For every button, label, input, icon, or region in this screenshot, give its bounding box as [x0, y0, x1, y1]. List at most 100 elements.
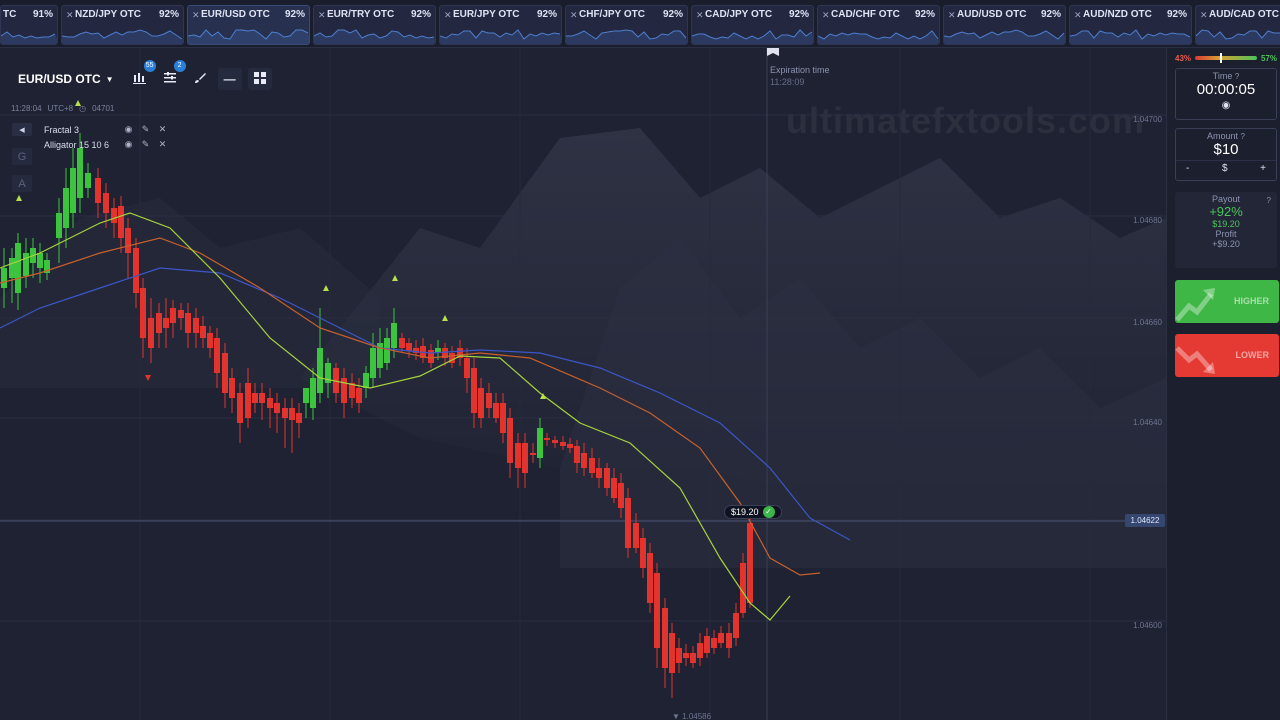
time-value[interactable]: 00:00:05	[1176, 81, 1276, 98]
candle-body	[711, 638, 717, 648]
decrease-button[interactable]: -	[1186, 163, 1189, 174]
clock-icon[interactable]: ◉	[1176, 100, 1276, 111]
asset-tab[interactable]: ✕ EUR/TRY OTC 92%	[313, 5, 436, 45]
candle-body	[1, 268, 7, 288]
price-tick: 1.04660	[1133, 318, 1162, 327]
asset-tab[interactable]: ✕ CAD/JPY OTC 92%	[691, 5, 814, 45]
currency-button[interactable]: $	[1222, 163, 1228, 174]
lower-button[interactable]: LOWER	[1175, 334, 1279, 377]
close-icon[interactable]: ✕	[444, 10, 452, 21]
close-icon[interactable]: ✕	[1074, 10, 1082, 21]
candle-body	[317, 348, 323, 393]
chevron-left-icon: ◀	[19, 126, 25, 134]
asset-tab[interactable]: ✕ EUR/USD OTC 92%	[187, 5, 310, 45]
candle-body	[581, 453, 587, 468]
low-price-label: ▼ 1.04586	[672, 712, 712, 720]
chart-toolbar: EUR/USD OTC ▼ 55 2 —	[10, 60, 272, 90]
settings-count-badge: 2	[173, 60, 186, 72]
close-icon[interactable]: ✕	[1200, 10, 1208, 21]
help-icon[interactable]: ?	[1241, 132, 1245, 141]
candle-body	[633, 523, 639, 548]
close-icon[interactable]: ✕	[570, 10, 578, 21]
amount-value[interactable]: $10	[1176, 141, 1276, 158]
candle-body	[567, 444, 573, 448]
minus-line-icon: —	[223, 72, 236, 86]
sparkline	[944, 29, 1065, 44]
payout-amount: $19.20	[1212, 219, 1240, 229]
candle-body	[163, 318, 169, 328]
asset-tab-payout: 92%	[410, 9, 431, 20]
help-icon[interactable]: ?	[1267, 196, 1271, 205]
drawing-button[interactable]	[188, 68, 212, 90]
edit-icon[interactable]: ✎	[137, 139, 154, 150]
candle-body	[9, 258, 15, 278]
asset-tab-payout: 91%	[32, 9, 53, 20]
asset-tab[interactable]: ✕ EUR/JPY OTC 92%	[439, 5, 562, 45]
eye-icon[interactable]: ◉	[120, 139, 137, 150]
candle-body	[537, 428, 543, 458]
payout-percent: +92%	[1209, 204, 1243, 219]
close-icon[interactable]: ✕	[318, 10, 326, 21]
candle-body	[718, 633, 724, 643]
candle-body	[156, 313, 162, 333]
candle-body	[125, 228, 131, 253]
fractal-up-arrow	[16, 195, 22, 201]
close-icon[interactable]: ✕	[696, 10, 704, 21]
grid-layout-icon	[253, 71, 266, 87]
close-icon[interactable]: ✕	[822, 10, 830, 21]
asset-tab[interactable]: ✕ AUD/CAD OTC	[1195, 5, 1280, 45]
candle-body	[552, 440, 558, 443]
asset-tab-payout: 92%	[662, 9, 683, 20]
close-icon[interactable]: ✕	[154, 139, 171, 150]
edit-icon[interactable]: ✎	[137, 124, 154, 135]
time-label: Time	[1212, 71, 1233, 81]
amount-box[interactable]: Amount ? $10 - $ +	[1175, 128, 1277, 181]
candlestick-chart[interactable]	[0, 48, 1166, 720]
candle-body	[56, 213, 62, 238]
asset-tab[interactable]: ✕ NZD/JPY OTC 92%	[61, 5, 184, 45]
time-box[interactable]: Time ? 00:00:05 ◉	[1175, 68, 1277, 120]
close-icon[interactable]: ✕	[192, 10, 200, 21]
close-icon[interactable]: ✕	[948, 10, 956, 21]
candle-body	[193, 318, 199, 333]
candle-body	[697, 643, 703, 658]
eye-icon[interactable]: ◉	[120, 124, 137, 135]
indicators-button[interactable]: 55	[128, 60, 156, 90]
candle-body	[399, 338, 405, 348]
asset-tab[interactable]: TC 91%	[0, 5, 58, 45]
increase-button[interactable]: +	[1260, 163, 1266, 174]
settings-button[interactable]: 2	[158, 60, 186, 90]
side-tool-a[interactable]: A	[12, 175, 32, 192]
close-icon[interactable]: ✕	[66, 10, 74, 21]
candle-body	[207, 333, 213, 348]
candle-body	[740, 563, 746, 613]
help-icon[interactable]: ?	[1235, 72, 1239, 81]
asset-tab-name: EUR/TRY OTC	[327, 9, 395, 20]
side-tool-g[interactable]: G	[12, 148, 32, 165]
asset-tab[interactable]: ✕ AUD/NZD OTC 92%	[1069, 5, 1192, 45]
candle-body	[170, 308, 176, 323]
candle-body	[733, 613, 739, 638]
sparkline	[314, 29, 435, 44]
asset-tab[interactable]: ✕ AUD/USD OTC 92%	[943, 5, 1066, 45]
higher-button[interactable]: HIGHER	[1175, 280, 1279, 323]
collapse-button[interactable]: ◀	[12, 123, 32, 136]
sentiment-high: 57%	[1260, 53, 1277, 63]
candle-body	[245, 383, 251, 418]
candle-body	[63, 188, 69, 228]
candle-body	[214, 338, 220, 373]
candle-body	[747, 523, 753, 603]
asset-tab[interactable]: ✕ CHF/JPY OTC 92%	[565, 5, 688, 45]
candle-body	[428, 350, 434, 363]
layout-button[interactable]	[247, 68, 272, 90]
sparkline	[1070, 29, 1191, 44]
asset-selector[interactable]: EUR/USD OTC ▼	[10, 68, 122, 90]
fractal-up-arrow	[392, 275, 398, 281]
candle-body	[229, 378, 235, 398]
asset-tab[interactable]: ✕ CAD/CHF OTC 92%	[817, 5, 940, 45]
line-button[interactable]: —	[217, 68, 242, 90]
chart-area[interactable]: ultimatefxtools.com EUR/USD OTC ▼ 55 2 —	[0, 48, 1166, 720]
close-icon[interactable]: ✕	[154, 124, 171, 135]
trade-marker[interactable]: $19.20 ✓	[724, 505, 782, 519]
price-readout: 04701	[92, 104, 115, 113]
